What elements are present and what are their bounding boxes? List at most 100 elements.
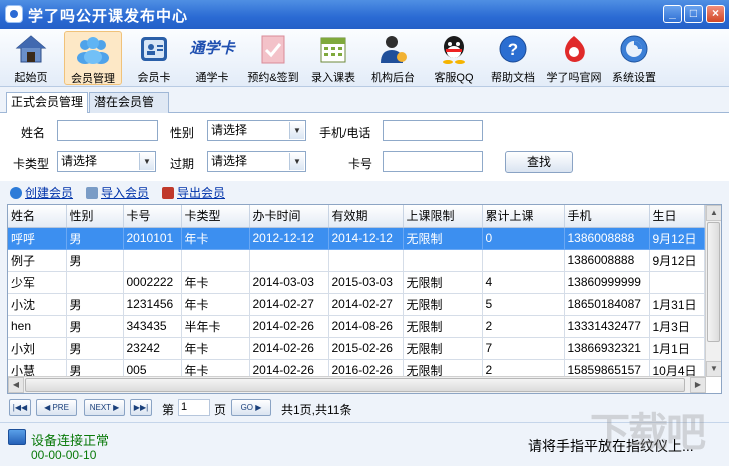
column-header[interactable]: 办卡时间: [249, 205, 329, 228]
toolbar-signin[interactable]: 预约&签到: [244, 31, 302, 85]
search-button[interactable]: 查找: [505, 151, 573, 173]
toolbar-help[interactable]: ? 帮助文档: [486, 31, 540, 85]
close-button[interactable]: ×: [706, 5, 725, 23]
cardtype-select[interactable]: 请选择 ▼: [57, 151, 156, 172]
scroll-up-icon[interactable]: ▲: [706, 205, 721, 221]
tab-bar: 正式会员管理 潜在会员管理: [0, 90, 729, 128]
chevron-down-icon: ▼: [289, 122, 304, 139]
toolbar-members[interactable]: 会员管理: [64, 31, 122, 85]
column-header[interactable]: 姓名: [8, 205, 67, 228]
expire-label: 过期: [170, 157, 195, 171]
name-label: 姓名: [21, 126, 46, 140]
table-cell: [181, 249, 250, 272]
cardno-input[interactable]: [383, 151, 483, 172]
maximize-button[interactable]: □: [684, 5, 703, 23]
column-header[interactable]: 有效期: [328, 205, 404, 228]
app-window: 学了吗公开课发布中心 _ □ × 起始页 会员管理 会员卡 通学卡 通学卡 预约…: [0, 0, 729, 466]
import-member-link[interactable]: 导入会员: [86, 184, 149, 201]
table-cell: 0002222: [123, 271, 182, 294]
table-cell: 无限制: [403, 315, 483, 338]
phone-input[interactable]: [383, 120, 483, 141]
column-header[interactable]: 卡号: [123, 205, 182, 228]
table-cell: [328, 249, 404, 272]
scroll-down-icon[interactable]: ▼: [706, 361, 721, 377]
table-cell: [249, 249, 329, 272]
horizontal-scrollbar[interactable]: ◀ ▶: [8, 376, 706, 393]
table-cell: 男: [66, 337, 124, 360]
device-code: 00-00-00-10: [31, 448, 97, 462]
table-cell: 2014-03-03: [249, 271, 329, 294]
main-toolbar: 起始页 会员管理 会员卡 通学卡 通学卡 预约&签到 录入课表 机构后台 客服Q: [0, 29, 729, 87]
expire-select[interactable]: 请选择 ▼: [207, 151, 306, 172]
first-page-button[interactable]: |◀◀: [9, 399, 31, 416]
cardtype-select-value: 请选择: [61, 154, 98, 168]
name-input[interactable]: [57, 120, 158, 141]
toolbar-schedule[interactable]: 录入课表: [306, 31, 360, 85]
table-row[interactable]: 小沈男 1231456 年卡 2014-02-27 2014-02-27 无限制 5 1865…: [8, 293, 706, 316]
table-row[interactable]: hen 男 343435 半年卡 2014-02-26 2014-08-26 无限制 2 133…: [8, 315, 706, 338]
table-cell: 2016-02-26: [328, 359, 404, 377]
table-cell: 2014-12-12: [328, 227, 404, 250]
scroll-left-icon[interactable]: ◀: [8, 377, 24, 393]
home-icon: [15, 35, 47, 63]
table-cell: 少军: [8, 271, 67, 294]
table-cell: 例子: [8, 249, 67, 272]
horizontal-scroll-thumb[interactable]: [25, 378, 685, 392]
toolbar-home[interactable]: 起始页: [8, 31, 54, 85]
table-row[interactable]: 例子男13860088889月12日无: [8, 249, 706, 272]
vertical-scrollbar[interactable]: ▲ ▼: [705, 205, 721, 377]
table-cell: 男: [66, 359, 124, 377]
toolbar-member-card[interactable]: 会员卡: [130, 31, 178, 85]
next-page-button[interactable]: NEXT ▶: [84, 399, 125, 416]
table-cell: 2014-02-26: [249, 337, 329, 360]
table-row[interactable]: 小慧男 005 年卡 2014-02-26 2016-02-26 无限制 2 15859865…: [8, 359, 706, 377]
table-row[interactable]: 少军 0002222 年卡 2014-03-03 2015-03-03 无限制 4 13860…: [8, 271, 706, 294]
create-member-link[interactable]: 创建会员: [10, 184, 73, 201]
table-cell: 年卡: [181, 359, 250, 377]
action-links: 创建会员 导入会员 导出会员: [0, 181, 729, 203]
table-cell: 年卡: [181, 271, 250, 294]
table-cell: 年卡: [181, 227, 250, 250]
go-button[interactable]: GO ▶: [231, 399, 271, 416]
vertical-scroll-thumb[interactable]: [707, 222, 720, 342]
toolbar-settings[interactable]: 系统设置: [608, 31, 660, 85]
gender-select[interactable]: 请选择 ▼: [207, 120, 306, 141]
table-cell: 1231456: [123, 293, 182, 316]
column-header[interactable]: 上课限制: [403, 205, 483, 228]
device-monitor-icon: [8, 429, 26, 445]
table-cell: [482, 249, 565, 272]
last-page-button[interactable]: ▶▶|: [130, 399, 152, 416]
toolbar-admin[interactable]: 机构后台: [366, 31, 420, 85]
watermark-logo: 下载吧: [590, 411, 706, 455]
toolbar-tongxueka[interactable]: 通学卡 通学卡: [184, 31, 240, 85]
table-cell: 1月3日: [649, 315, 705, 338]
help-icon: ?: [499, 35, 527, 63]
column-header[interactable]: 性别: [66, 205, 124, 228]
toolbar-website[interactable]: 学了吗官网: [542, 31, 606, 85]
prev-page-button[interactable]: ◀ PRE: [36, 399, 77, 416]
table-cell: 2: [482, 315, 565, 338]
tab-potential-members[interactable]: 潜在会员管理: [89, 92, 169, 128]
toolbar-qq[interactable]: 客服QQ: [430, 31, 478, 85]
import-icon: [86, 187, 98, 199]
table-cell: 2: [482, 359, 565, 377]
tongxueka-icon: 通学卡: [189, 40, 235, 57]
table-cell: 15859865157: [564, 359, 650, 377]
column-header[interactable]: 卡类型: [181, 205, 250, 228]
column-header[interactable]: 生日: [649, 205, 705, 228]
table-cell: 无限制: [403, 227, 483, 250]
export-member-link[interactable]: 导出会员: [162, 184, 225, 201]
table-row[interactable]: 小刘男 23242 年卡 2014-02-26 2015-02-26 无限制 7 138669…: [8, 337, 706, 360]
table-cell: 半年卡: [181, 315, 250, 338]
minimize-button[interactable]: _: [663, 5, 682, 23]
table-cell: 23242: [123, 337, 182, 360]
column-header[interactable]: 手机: [564, 205, 650, 228]
scroll-right-icon[interactable]: ▶: [690, 377, 706, 393]
tab-formal-members[interactable]: 正式会员管理: [6, 92, 88, 114]
gender-select-value: 请选择: [211, 123, 248, 137]
table-cell: 2014-02-27: [328, 293, 404, 316]
page-number-input[interactable]: 1: [178, 399, 210, 416]
table-row[interactable]: 呼呼男 2010101 年卡 2012-12-12 2014-12-12 无限制 0 1386…: [8, 227, 706, 250]
column-header[interactable]: 累计上课: [482, 205, 565, 228]
page-prefix: 第: [162, 403, 175, 417]
